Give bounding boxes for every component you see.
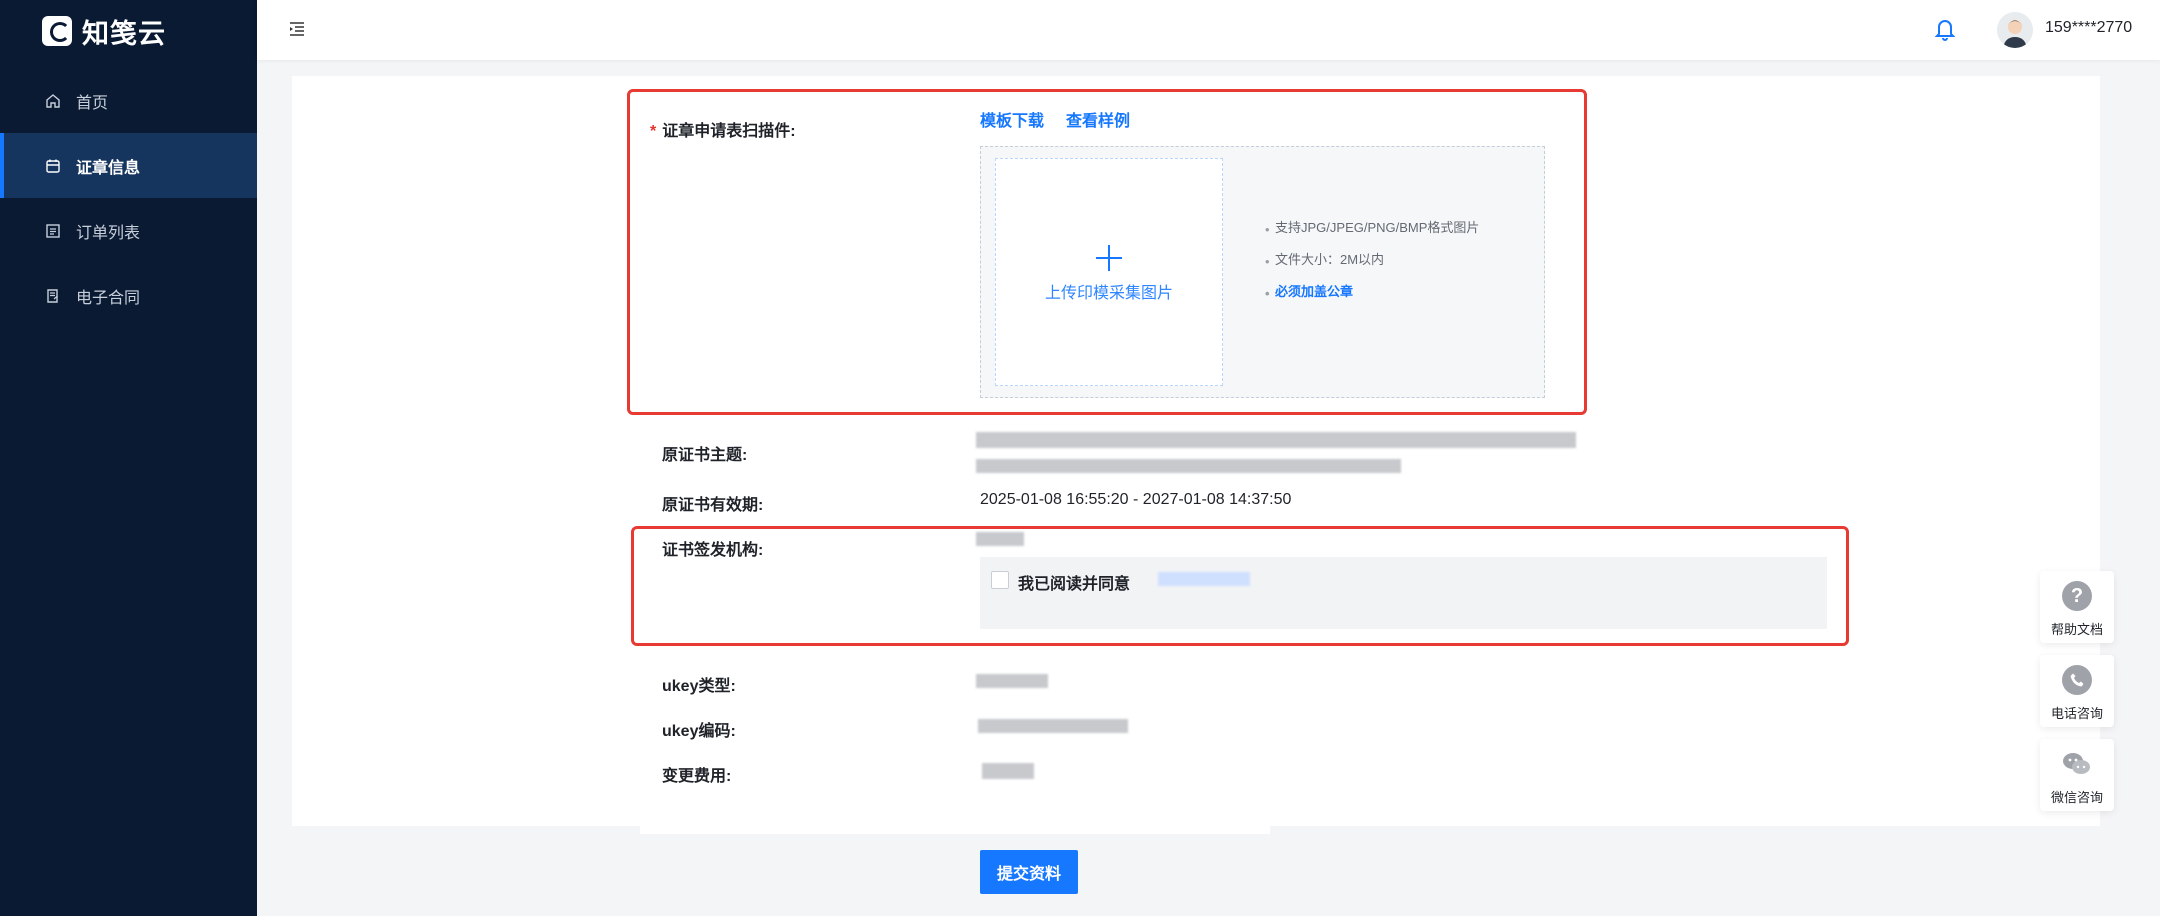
sidebar: 知笺云 首页 证章信息 订单列表 电子合同 xyxy=(0,0,257,916)
ukey-type-value-blurred xyxy=(976,674,1048,688)
agree-text: 我已阅读并同意 xyxy=(1018,576,1131,593)
menu-fold-icon[interactable] xyxy=(287,19,307,39)
wechat-icon xyxy=(2062,749,2092,779)
cert-validity-value: 2025-01-08 16:55:20 - 2027-01-08 14:37:5… xyxy=(980,491,1292,508)
float-label: 帮助文档 xyxy=(2050,622,2103,637)
sidebar-item-home[interactable]: 首页 xyxy=(0,68,257,133)
sidebar-item-label: 首页 xyxy=(76,94,109,112)
home-icon xyxy=(44,92,62,110)
top-header: 159****2770 xyxy=(257,0,2160,60)
float-label: 电话咨询 xyxy=(2050,706,2103,721)
ukey-code-label: ukey编码: xyxy=(662,723,736,740)
contract-icon xyxy=(44,287,62,305)
help-icon: ? xyxy=(2062,581,2092,611)
sidebar-item-label: 证章信息 xyxy=(76,159,141,177)
cert-subject-value-blurred xyxy=(976,432,1576,448)
calendar-icon xyxy=(44,157,62,175)
required-mark: * xyxy=(650,123,657,140)
sidebar-item-contracts[interactable]: 电子合同 xyxy=(0,263,257,328)
avatar[interactable] xyxy=(1997,12,2033,48)
ukey-code-value-blurred xyxy=(978,719,1128,733)
upload-button[interactable]: 上传印模采集图片 xyxy=(995,158,1223,386)
fee-label: 变更费用: xyxy=(662,768,732,785)
cert-subject-label: 原证书主题: xyxy=(662,447,748,464)
scan-label: * 证章申请表扫描件: xyxy=(650,123,796,140)
wechat-consult-button[interactable]: 微信咨询 xyxy=(2040,739,2114,811)
panel-bottom-strip xyxy=(640,826,1270,834)
logo-text: 知笺云 xyxy=(82,18,166,49)
bell-icon[interactable] xyxy=(1933,16,1957,42)
sidebar-item-orders[interactable]: 订单列表 xyxy=(0,198,257,263)
tip-seal: 必须加盖公章 xyxy=(1265,282,1485,304)
sidebar-item-label: 电子合同 xyxy=(76,289,141,307)
phone-icon xyxy=(2062,665,2092,695)
plus-icon xyxy=(1096,245,1122,271)
issuer-label: 证书签发机构: xyxy=(662,542,764,559)
sidebar-item-certificate-info[interactable]: 证章信息 xyxy=(0,133,257,198)
help-docs-button[interactable]: ? 帮助文档 xyxy=(2040,571,2114,643)
fee-value-blurred xyxy=(982,763,1034,779)
agreement-link-blurred[interactable] xyxy=(1158,572,1250,586)
sidebar-nav: 首页 证章信息 订单列表 电子合同 xyxy=(0,68,257,328)
cert-subject-value-blurred-line2 xyxy=(976,459,1401,473)
submit-button[interactable]: 提交资料 xyxy=(980,850,1078,894)
template-download-link[interactable]: 模板下载 xyxy=(980,107,1044,131)
cert-validity-label: 原证书有效期: xyxy=(662,497,764,514)
sidebar-item-label: 订单列表 xyxy=(76,224,141,242)
ukey-type-label: ukey类型: xyxy=(662,678,736,695)
tip-format: 支持JPG/JPEG/PNG/BMP格式图片 xyxy=(1265,218,1485,240)
app-logo[interactable]: 知笺云 xyxy=(42,14,166,49)
upload-tips: 支持JPG/JPEG/PNG/BMP格式图片 文件大小：2M以内 必须加盖公章 xyxy=(1265,218,1485,314)
logo-icon xyxy=(42,16,72,46)
issuer-value-blurred xyxy=(976,532,1024,546)
tip-size: 文件大小：2M以内 xyxy=(1265,250,1485,272)
agree-checkbox[interactable] xyxy=(991,571,1009,589)
view-sample-link[interactable]: 查看样例 xyxy=(1066,107,1130,131)
list-icon xyxy=(44,222,62,240)
username[interactable]: 159****2770 xyxy=(2045,19,2132,37)
phone-consult-button[interactable]: 电话咨询 xyxy=(2040,655,2114,727)
float-label: 微信咨询 xyxy=(2050,790,2103,805)
upload-text: 上传印模采集图片 xyxy=(1044,285,1173,302)
